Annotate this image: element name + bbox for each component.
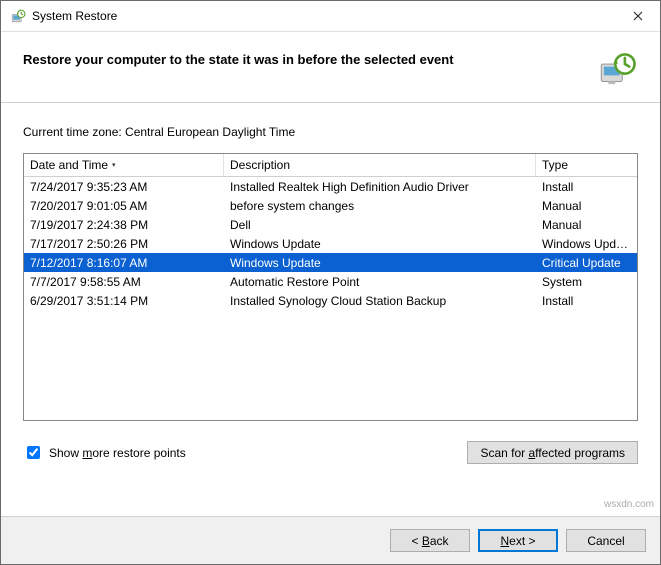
cell-description: Installed Realtek High Definition Audio … bbox=[224, 180, 536, 194]
cell-type: Windows Update bbox=[536, 237, 637, 251]
cell-description: Installed Synology Cloud Station Backup bbox=[224, 294, 536, 308]
column-header-description[interactable]: Description bbox=[224, 154, 536, 176]
column-header-desc-label: Description bbox=[230, 158, 290, 172]
cell-description: Windows Update bbox=[224, 256, 536, 270]
close-icon bbox=[633, 11, 643, 21]
cell-date: 7/24/2017 9:35:23 AM bbox=[24, 180, 224, 194]
list-header: Date and Time ▾ Description Type bbox=[24, 154, 637, 177]
cell-date: 7/19/2017 2:24:38 PM bbox=[24, 218, 224, 232]
restore-points-list[interactable]: Date and Time ▾ Description Type 7/24/20… bbox=[23, 153, 638, 421]
cell-date: 7/17/2017 2:50:26 PM bbox=[24, 237, 224, 251]
table-row[interactable]: 7/12/2017 8:16:07 AMWindows UpdateCritic… bbox=[24, 253, 637, 272]
cell-type: Manual bbox=[536, 218, 637, 232]
cell-type: Install bbox=[536, 180, 637, 194]
header: Restore your computer to the state it wa… bbox=[1, 32, 660, 102]
cancel-button[interactable]: Cancel bbox=[566, 529, 646, 552]
column-header-type[interactable]: Type bbox=[536, 154, 637, 176]
show-more-checkbox[interactable]: Show more restore points bbox=[23, 443, 186, 462]
cell-description: before system changes bbox=[224, 199, 536, 213]
column-header-date[interactable]: Date and Time ▾ bbox=[24, 154, 224, 176]
cell-description: Windows Update bbox=[224, 237, 536, 251]
system-restore-window: System Restore Restore your computer to … bbox=[0, 0, 661, 565]
table-row[interactable]: 7/24/2017 9:35:23 AMInstalled Realtek Hi… bbox=[24, 177, 637, 196]
cell-description: Dell bbox=[224, 218, 536, 232]
page-heading: Restore your computer to the state it wa… bbox=[23, 50, 596, 67]
list-body: 7/24/2017 9:35:23 AMInstalled Realtek Hi… bbox=[24, 177, 637, 420]
below-list-row: Show more restore points Scan for affect… bbox=[23, 441, 638, 464]
sort-desc-icon: ▾ bbox=[112, 161, 116, 169]
cell-date: 6/29/2017 3:51:14 PM bbox=[24, 294, 224, 308]
scan-affected-button[interactable]: Scan for affected programs bbox=[467, 441, 638, 464]
table-row[interactable]: 6/29/2017 3:51:14 PMInstalled Synology C… bbox=[24, 291, 637, 310]
cell-description: Automatic Restore Point bbox=[224, 275, 536, 289]
back-button[interactable]: < Back bbox=[390, 529, 470, 552]
footer-buttons: < Back Next > Cancel bbox=[1, 516, 660, 564]
show-more-checkbox-input[interactable] bbox=[27, 446, 40, 459]
restore-icon bbox=[9, 8, 26, 25]
show-more-label: Show more restore points bbox=[49, 446, 186, 460]
cell-type: Install bbox=[536, 294, 637, 308]
close-button[interactable] bbox=[615, 1, 660, 31]
table-row[interactable]: 7/7/2017 9:58:55 AMAutomatic Restore Poi… bbox=[24, 272, 637, 291]
content-area: Current time zone: Central European Dayl… bbox=[1, 103, 660, 516]
cell-type: Manual bbox=[536, 199, 637, 213]
restore-large-icon bbox=[596, 50, 638, 92]
cell-type: Critical Update bbox=[536, 256, 637, 270]
titlebar: System Restore bbox=[1, 1, 660, 32]
watermark: wsxdn.com bbox=[604, 499, 654, 510]
cell-date: 7/12/2017 8:16:07 AM bbox=[24, 256, 224, 270]
cell-date: 7/20/2017 9:01:05 AM bbox=[24, 199, 224, 213]
window-title: System Restore bbox=[32, 9, 615, 23]
table-row[interactable]: 7/17/2017 2:50:26 PMWindows UpdateWindow… bbox=[24, 234, 637, 253]
next-button[interactable]: Next > bbox=[478, 529, 558, 552]
column-header-type-label: Type bbox=[542, 158, 568, 172]
cell-date: 7/7/2017 9:58:55 AM bbox=[24, 275, 224, 289]
column-header-date-label: Date and Time bbox=[30, 158, 108, 172]
table-row[interactable]: 7/20/2017 9:01:05 AMbefore system change… bbox=[24, 196, 637, 215]
cell-type: System bbox=[536, 275, 637, 289]
table-row[interactable]: 7/19/2017 2:24:38 PMDellManual bbox=[24, 215, 637, 234]
timezone-label: Current time zone: Central European Dayl… bbox=[23, 125, 638, 139]
